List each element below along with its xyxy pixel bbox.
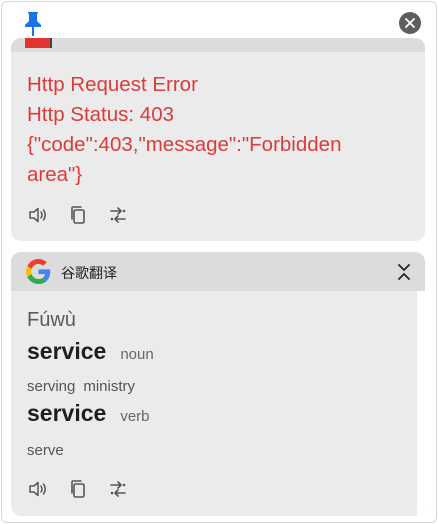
translation-popup: Http Request Error Http Status: 403 {"co… bbox=[1, 1, 437, 523]
service-name: 谷歌翻译 bbox=[61, 265, 117, 281]
google-logo bbox=[26, 259, 51, 284]
error-line: Http Request Error bbox=[27, 73, 198, 96]
service-accent-mark-edge bbox=[50, 38, 52, 48]
error-line: area"} bbox=[27, 163, 83, 186]
card-header-strip bbox=[11, 38, 425, 52]
popup-toolbar bbox=[2, 2, 436, 42]
swap-icon[interactable] bbox=[107, 204, 129, 226]
close-icon bbox=[405, 18, 415, 28]
error-line: Http Status: 403 bbox=[27, 103, 175, 126]
error-result-card: Http Request Error Http Status: 403 {"co… bbox=[11, 38, 425, 241]
entry-word: service bbox=[27, 338, 107, 364]
dictionary-entry: service verb bbox=[27, 400, 150, 427]
copy-icon[interactable] bbox=[67, 204, 89, 226]
speaker-icon[interactable] bbox=[27, 204, 49, 226]
collapse-icon[interactable] bbox=[396, 262, 412, 282]
entry-word: service bbox=[27, 400, 107, 426]
copy-icon[interactable] bbox=[67, 478, 89, 500]
close-button[interactable] bbox=[399, 12, 421, 34]
dictionary-entry: service noun bbox=[27, 338, 154, 365]
part-of-speech: verb bbox=[120, 408, 150, 425]
error-message: Http Request Error Http Status: 403 {"co… bbox=[27, 70, 407, 190]
pin-icon[interactable] bbox=[22, 10, 44, 38]
scrollbar-track[interactable] bbox=[417, 291, 425, 516]
part-of-speech: noun bbox=[120, 346, 154, 363]
synonym: ministry bbox=[83, 378, 136, 395]
synonym: serve bbox=[27, 442, 64, 459]
synonym: serving bbox=[27, 378, 76, 395]
pinyin: Fúwù bbox=[27, 309, 76, 331]
google-translate-card: 谷歌翻译 Fúwù service noun serving ministry … bbox=[11, 252, 425, 516]
synonym-list: serving ministry bbox=[27, 378, 135, 395]
result-actions bbox=[27, 478, 129, 500]
synonym-list: serve bbox=[27, 442, 64, 459]
result-actions bbox=[27, 204, 129, 226]
swap-icon[interactable] bbox=[107, 478, 129, 500]
service-accent-mark bbox=[25, 38, 50, 48]
speaker-icon[interactable] bbox=[27, 478, 49, 500]
service-header[interactable]: 谷歌翻译 bbox=[11, 252, 425, 291]
error-line: {"code":403,"message":"Forbidden bbox=[27, 133, 342, 156]
